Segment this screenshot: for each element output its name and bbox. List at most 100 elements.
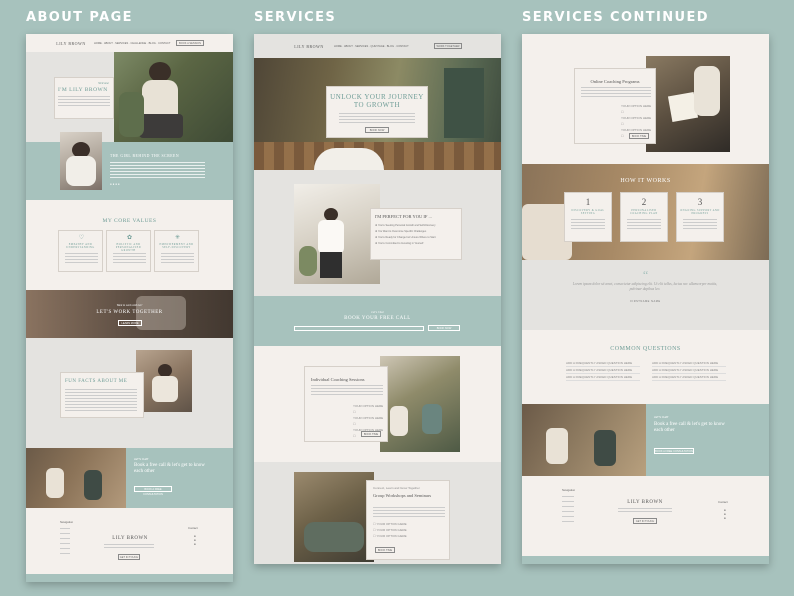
faq-item[interactable]: ADD A FREQUENTLY ASKED QUESTION HERE (566, 367, 640, 374)
online-text (581, 87, 651, 99)
about-hero: Welcome I'M LILY BROWN (26, 52, 233, 142)
value-2-label: HOLISTIC AND PERSONALISED GROWTH (115, 243, 142, 252)
services-nav[interactable]: HOME · ABOUT · SERVICES · QUIZ PAGE · BL… (334, 45, 409, 48)
quote-text: Lorem ipsum dolor sit amet, consectetur … (572, 282, 718, 291)
individual-card: Individual Coaching Sessions YOUR OPTION… (304, 366, 388, 442)
services-continued-title: SERVICES CONTINUED (522, 10, 709, 25)
continued-footer: Navigation LILY BROWN GET IN TOUCH Conta… (522, 476, 769, 564)
services-hero-button[interactable]: BOOK NOW (365, 127, 389, 133)
story-social-icons[interactable]: ● ● ● ● (110, 182, 120, 186)
about-footer-button[interactable]: GET IN TOUCH (118, 554, 140, 560)
about-footer-social-icons[interactable]: ● ● ● (194, 534, 196, 546)
value-1-label: EMPATHY AND UNDERSTANDING (66, 243, 95, 249)
continued-footer-nav-title: Navigation (562, 488, 576, 492)
perfect-item-text: You Want to Overcome Specific Challenges (377, 230, 427, 233)
faq-item[interactable]: ADD A FREQUENTLY ASKED QUESTION HERE (652, 374, 726, 381)
about-hero-title: I'M LILY BROWN (58, 87, 108, 93)
step-number: 2 (641, 197, 647, 207)
value-card-3: ✳ EMPOWERMENT AND SELF-DISCOVERY (154, 230, 199, 272)
option-label: YOUR OPTION HERE (621, 104, 652, 108)
about-cta-section: LET'S CHAT Book a free call & let's get … (26, 448, 233, 508)
fun-facts-section: FUN FACTS ABOUT ME (26, 338, 233, 448)
core-values-section: MY CORE VALUES ♡ EMPATHY AND UNDERSTANDI… (26, 200, 233, 290)
call-small-text: Let's Chat (371, 310, 384, 314)
perfect-for-you-section: I'M PERFECT FOR YOU IF ... ❖ You're Seek… (254, 170, 501, 296)
individual-button[interactable]: BOOK TIME (361, 431, 381, 437)
about-logo[interactable]: LILY BROWN (56, 41, 86, 46)
faq-item[interactable]: ADD A FREQUENTLY ASKED QUESTION HERE (566, 360, 640, 367)
continued-footer-text (618, 508, 672, 514)
option-label: YOUR OPTION HERE (353, 404, 384, 408)
individual-section: Individual Coaching Sessions YOUR OPTION… (254, 346, 501, 462)
option-row[interactable]: YOUR OPTION HERE ☐ (621, 103, 653, 115)
call-button[interactable]: BOOK NOW (428, 325, 460, 331)
online-button[interactable]: BOOK TIME (629, 133, 649, 139)
perfect-list: ❖ You're Seeking Personal Growth and Sel… (375, 223, 436, 247)
services-page-title: SERVICES (254, 10, 337, 25)
group-photo (294, 472, 374, 562)
call-title: BOOK YOUR FREE CALL (344, 316, 411, 321)
continued-footer-social-icons[interactable]: ● ● ● (724, 508, 726, 520)
about-footer-links (60, 528, 70, 556)
perfect-title: I'M PERFECT FOR YOU IF ... (375, 214, 432, 219)
work-button[interactable]: LEARN MORE (118, 320, 142, 326)
step-label: DISCOVERY & GOAL SETTING (571, 209, 605, 215)
step-text (683, 219, 717, 231)
work-together-banner: Want to work with me? LET'S WORK TOGETHE… (26, 290, 233, 338)
continued-footer-contact-title: Contact (718, 500, 728, 504)
step-card-2: 2 PERSONALISED COACHING PLAN (620, 192, 668, 242)
group-button[interactable]: BOOK TIME (375, 547, 395, 553)
continued-footer-logo[interactable]: LILY BROWN (620, 500, 670, 505)
about-footer-text (104, 544, 154, 550)
individual-text (311, 385, 383, 397)
faq-item[interactable]: ADD A FREQUENTLY ASKED QUESTION HERE (652, 360, 726, 367)
step-number: 1 (585, 197, 591, 207)
how-title: HOW IT WORKS (620, 178, 671, 184)
faq-column-right: ADD A FREQUENTLY ASKED QUESTION HERE ADD… (652, 360, 726, 381)
about-nav-button[interactable]: BOOK A SESSION (176, 40, 204, 46)
services-logo[interactable]: LILY BROWN (294, 44, 324, 49)
about-cta-title: Book a free call & let's get to know eac… (134, 463, 205, 474)
faq-item[interactable]: ADD A FREQUENTLY ASKED QUESTION HERE (652, 367, 726, 374)
services-continued-mockup: Online Coaching Programs YOUR OPTION HER… (522, 34, 769, 564)
about-nav[interactable]: HOME · ABOUT · SERVICES · CHALLENGE · BL… (94, 42, 170, 45)
how-it-works-section: HOW IT WORKS 1 DISCOVERY & GOAL SETTING … (522, 164, 769, 260)
option-label: YOUR OPTION HERE (376, 534, 407, 538)
value-2-text (113, 253, 146, 265)
continued-cta-button[interactable]: BOOK A FREE CONSULTATION (654, 448, 694, 454)
faq-item-text: ADD A FREQUENTLY ASKED QUESTION HERE (652, 361, 719, 365)
step-card-1: 1 DISCOVERY & GOAL SETTING (564, 192, 612, 242)
option-row[interactable]: ☐ YOUR OPTION HERE (373, 533, 413, 539)
group-section: Connect, Learn and Grow Together Group W… (254, 462, 501, 564)
option-row[interactable]: YOUR OPTION HERE ☐ (353, 403, 385, 415)
option-row[interactable]: YOUR OPTION HERE ☐ (621, 115, 653, 127)
group-card: Connect, Learn and Grow Together Group W… (366, 480, 450, 560)
individual-title: Individual Coaching Sessions (311, 377, 365, 382)
about-header: LILY BROWN HOME · ABOUT · SERVICES · CHA… (26, 34, 233, 52)
services-nav-button[interactable]: WORK TOGETHER (434, 43, 462, 49)
about-story-section: THE GIRL BEHIND THE SCREEN ● ● ● ● (26, 132, 233, 200)
option-label: YOUR OPTION HERE (621, 116, 652, 120)
call-input[interactable] (294, 326, 424, 331)
hero-person (314, 148, 384, 170)
faq-item[interactable]: ADD A FREQUENTLY ASKED QUESTION HERE (566, 374, 640, 381)
value-card-1: ♡ EMPATHY AND UNDERSTANDING (58, 230, 103, 272)
about-hero-card: Welcome I'M LILY BROWN (54, 77, 114, 119)
continued-cta-photo (522, 404, 646, 476)
about-footer-logo[interactable]: LILY BROWN (106, 536, 154, 541)
value-1-text (65, 253, 98, 265)
quote-author: FIRSTNAME NAME (630, 300, 661, 303)
about-footer-nav-title: Navigation (60, 520, 74, 524)
sun-icon: ✳ (174, 235, 181, 241)
about-footer-bar (26, 574, 233, 582)
faq-item-text: ADD A FREQUENTLY ASKED QUESTION HERE (652, 368, 719, 372)
option-row[interactable]: YOUR OPTION HERE ☐ (353, 415, 385, 427)
testimonial-section: “ Lorem ipsum dolor sit amet, consectetu… (522, 260, 769, 330)
about-page-mockup: LILY BROWN HOME · ABOUT · SERVICES · CHA… (26, 34, 233, 582)
perfect-item-text: You're Ready for Change but Unsure Where… (377, 236, 436, 239)
continued-footer-button[interactable]: GET IN TOUCH (633, 518, 657, 524)
option-label: YOUR OPTION HERE (376, 528, 407, 532)
heart-icon: ♡ (78, 235, 85, 241)
about-cta-button[interactable]: BOOK A FREE CONSULTATION (134, 486, 172, 496)
value-3-text (161, 253, 194, 265)
